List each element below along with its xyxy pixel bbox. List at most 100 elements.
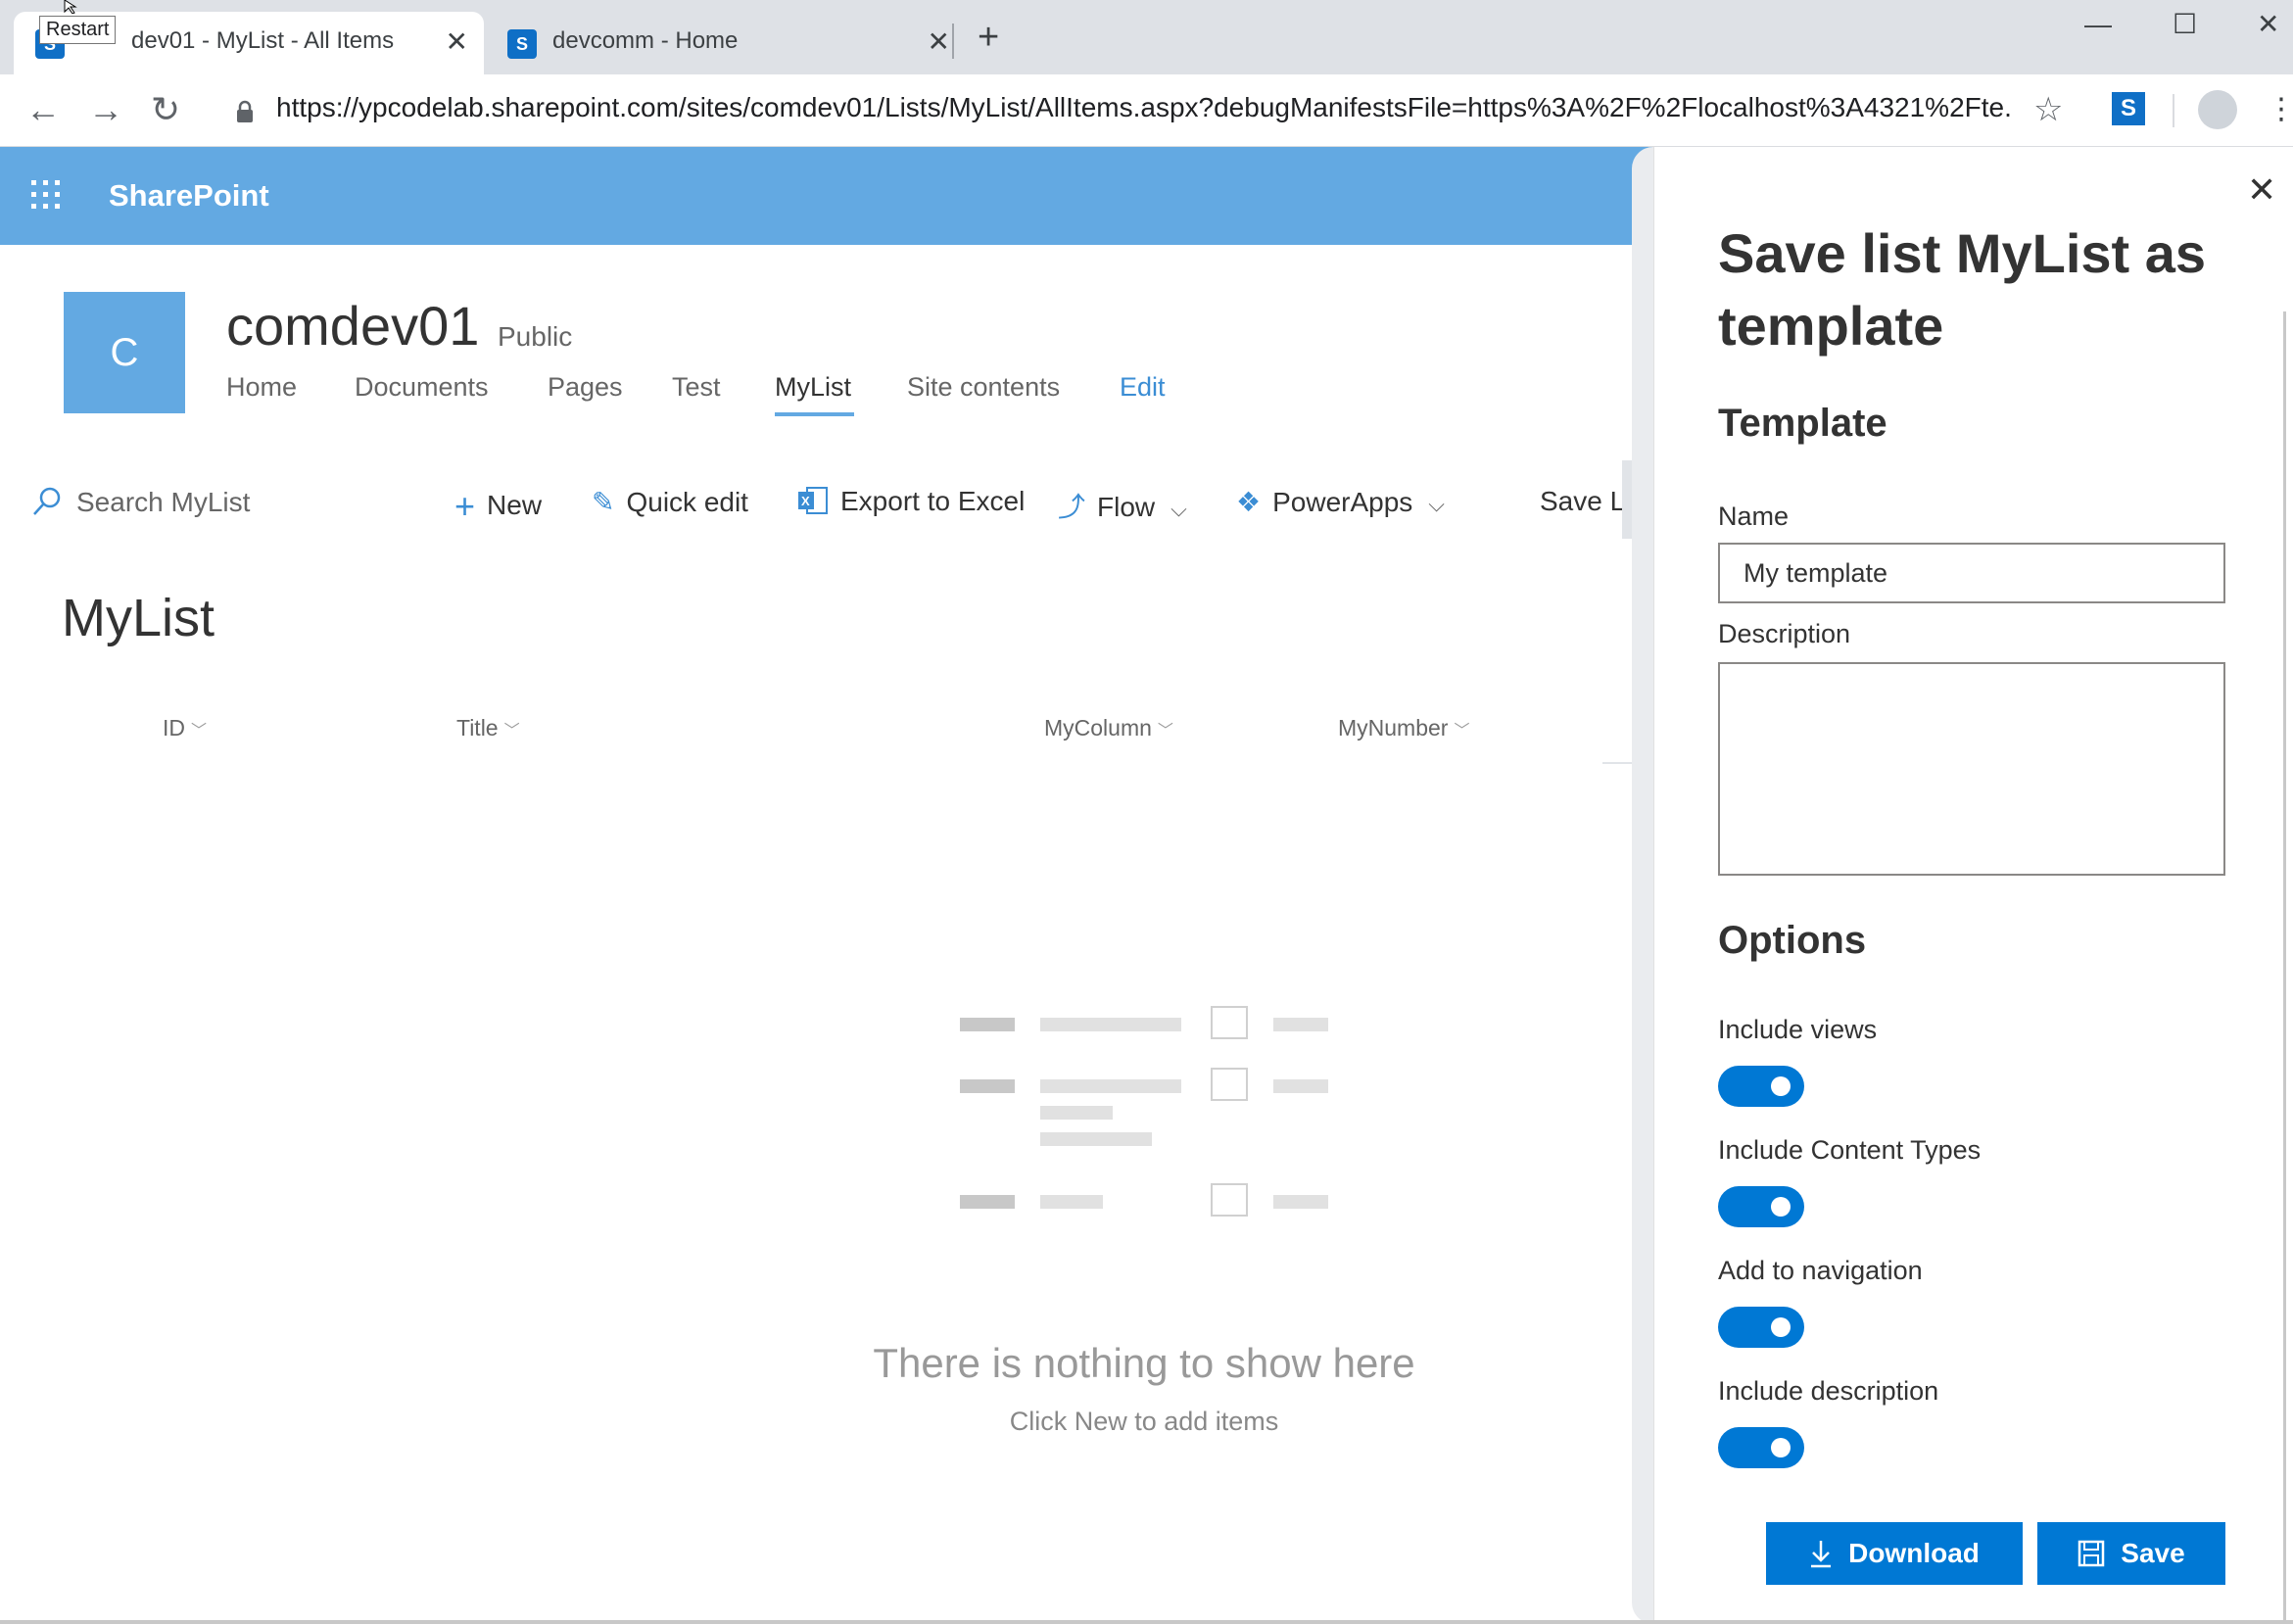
column-label: MyNumber [1338, 715, 1449, 740]
powerapps-label: PowerApps [1272, 487, 1413, 517]
window-close-icon[interactable]: ✕ [2257, 10, 2279, 39]
column-header-mynumber[interactable]: MyNumber ﹀ [1338, 715, 1469, 741]
placeholder-bar [1040, 1195, 1103, 1209]
chevron-down-icon: ﹀ [1454, 723, 1470, 740]
image-placeholder-icon [1211, 1068, 1248, 1101]
placeholder-bar [960, 1079, 1015, 1093]
mouse-cursor-icon [64, 0, 77, 14]
profile-avatar[interactable] [2198, 90, 2237, 129]
site-visibility: Public [498, 321, 573, 352]
forward-icon[interactable]: → [88, 90, 123, 129]
pencil-icon: ✎ [592, 487, 615, 517]
site-nav-mylist[interactable]: MyList [775, 372, 851, 403]
quick-edit-button[interactable]: ✎ Quick edit [592, 486, 748, 518]
save-disk-icon [2078, 1540, 2105, 1567]
tab-title: devcomm - Home [552, 27, 739, 54]
chevron-down-icon: ﹀ [1157, 723, 1173, 740]
search-list-box[interactable]: Search MyList [31, 486, 250, 518]
toolbar-divider [2173, 94, 2174, 127]
template-heading: Template [1718, 402, 1887, 445]
flow-icon: ⤴ [1058, 492, 1086, 522]
include-views-toggle[interactable] [1718, 1066, 1804, 1107]
column-header-title[interactable]: Title ﹀ [456, 715, 520, 741]
tab-devcomm-home[interactable]: S devcomm - Home ✕ [490, 12, 950, 74]
download-label: Download [1848, 1538, 1980, 1568]
back-icon[interactable]: ← [25, 90, 61, 129]
include-description-toggle[interactable] [1718, 1427, 1804, 1468]
sharepoint-favicon-icon: S [507, 29, 537, 59]
tab-close-icon[interactable]: ✕ [446, 27, 468, 57]
bookmark-star-icon[interactable]: ☆ [2033, 90, 2063, 129]
include-description-label: Include description [1718, 1376, 1939, 1406]
quick-edit-label: Quick edit [626, 487, 748, 517]
tab-close-icon[interactable]: ✕ [928, 27, 950, 57]
toggle-knob [1771, 1197, 1791, 1217]
svg-text:X: X [801, 494, 810, 508]
bottom-edge [0, 1620, 2293, 1624]
placeholder-bar [1040, 1018, 1181, 1031]
app-launcher-icon[interactable] [31, 180, 61, 210]
excel-icon: X [798, 487, 828, 514]
placeholder-bar [1040, 1106, 1113, 1120]
site-nav-pages[interactable]: Pages [548, 372, 623, 403]
minimize-icon[interactable]: — [2084, 10, 2112, 39]
placeholder-bar [1273, 1195, 1328, 1209]
powerapps-icon: ❖ [1236, 487, 1262, 517]
site-title[interactable]: comdev01 [226, 294, 479, 358]
add-to-navigation-toggle[interactable] [1718, 1307, 1804, 1348]
search-icon [33, 487, 61, 515]
site-logo[interactable]: C [64, 292, 185, 413]
export-to-excel-button[interactable]: X Export to Excel [797, 486, 1025, 517]
new-button[interactable]: + New [454, 486, 542, 527]
template-description-input[interactable] [1718, 662, 2225, 876]
save-label: Save [2121, 1538, 2185, 1568]
placeholder-bar [1273, 1018, 1328, 1031]
new-label: New [487, 490, 543, 520]
powerapps-button[interactable]: ❖ PowerApps ⌵ [1236, 486, 1445, 518]
save-button[interactable]: Save [2037, 1522, 2225, 1585]
include-views-label: Include views [1718, 1015, 1878, 1044]
lock-icon [237, 100, 253, 122]
placeholder-bar [1273, 1079, 1328, 1093]
url-field[interactable]: https://ypcodelab.sharepoint.com/sites/c… [276, 92, 2010, 123]
maximize-icon[interactable]: ☐ [2173, 10, 2197, 39]
tab-title: dev01 - MyList - All Items [131, 27, 395, 54]
tooltip: Restart [39, 16, 117, 44]
site-nav-site-contents[interactable]: Site contents [907, 372, 1060, 403]
chevron-down-icon: ﹀ [191, 723, 208, 740]
options-heading: Options [1718, 919, 1867, 962]
panel-close-icon[interactable]: ✕ [2247, 172, 2276, 208]
panel-scrollbar[interactable] [2283, 311, 2286, 1624]
flow-button[interactable]: ⤴ Flow ⌵ [1058, 486, 1187, 525]
list-title: MyList [62, 589, 215, 647]
download-icon [1811, 1541, 1832, 1568]
column-label: Title [456, 715, 499, 740]
template-name-input[interactable]: My template [1718, 543, 2225, 603]
site-nav-edit[interactable]: Edit [1120, 372, 1166, 403]
add-to-navigation-label: Add to navigation [1718, 1256, 1923, 1285]
site-nav-documents[interactable]: Documents [355, 372, 489, 403]
include-content-types-toggle[interactable] [1718, 1186, 1804, 1227]
column-header-id[interactable]: ID ﹀ [163, 715, 207, 741]
placeholder-bar [1040, 1132, 1152, 1146]
tab-divider [952, 24, 954, 59]
extension-icon[interactable]: S [2112, 92, 2145, 125]
site-nav-test[interactable]: Test [672, 372, 721, 403]
reload-icon[interactable]: ↻ [151, 90, 180, 129]
download-button[interactable]: Download [1766, 1522, 2023, 1585]
suite-brand[interactable]: SharePoint [109, 178, 269, 214]
browser-tab-strip: S dev01 - MyList - All Items ✕ S devcomm… [0, 0, 2293, 74]
chevron-down-icon: ⌵ [1170, 497, 1187, 521]
toggle-knob [1771, 1317, 1791, 1337]
address-bar-row: ← → ↻ https://ypcodelab.sharepoint.com/s… [0, 74, 2293, 147]
plus-icon: + [454, 486, 476, 526]
column-header-mycolumn[interactable]: MyColumn ﹀ [1044, 715, 1173, 741]
description-label: Description [1718, 619, 1851, 648]
browser-menu-icon[interactable]: ⋮ [2267, 90, 2293, 129]
new-tab-button[interactable]: + [978, 18, 999, 57]
site-nav-home[interactable]: Home [226, 372, 297, 403]
flow-label: Flow [1097, 492, 1156, 522]
panel-title: Save list MyList as template [1718, 222, 2207, 357]
include-content-types-label: Include Content Types [1718, 1135, 1982, 1165]
chevron-down-icon: ⌵ [1428, 492, 1445, 516]
